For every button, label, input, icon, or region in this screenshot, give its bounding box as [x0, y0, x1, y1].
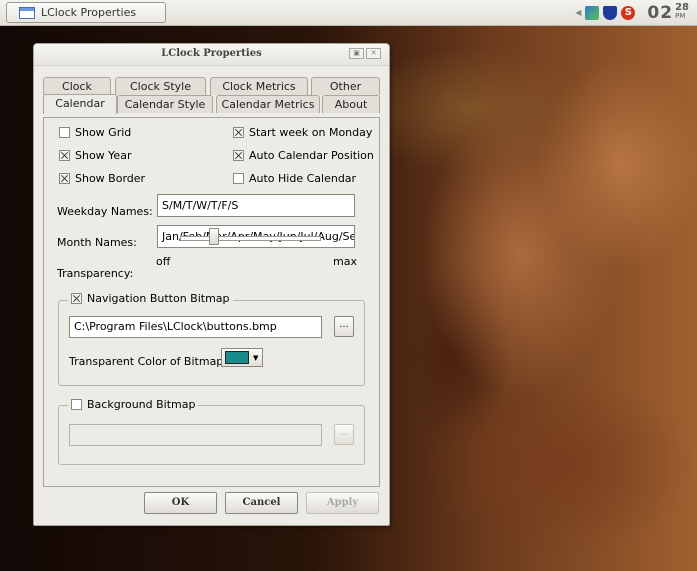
bg-bitmap-check[interactable]	[71, 399, 82, 410]
show-border-checkbox[interactable]: Show Border	[59, 172, 145, 185]
cancel-button[interactable]: Cancel	[225, 492, 298, 514]
dialog-title: LClock Properties	[161, 48, 262, 59]
show-year-label: Show Year	[75, 149, 132, 162]
tab-clock-metrics[interactable]: Clock Metrics	[210, 77, 308, 95]
bg-bitmap-header[interactable]: Background Bitmap	[68, 398, 199, 411]
clock-minutes: 28	[675, 1, 689, 13]
auto-calendar-position-label: Auto Calendar Position	[249, 149, 374, 162]
auto-hide-calendar-label: Auto Hide Calendar	[249, 172, 357, 185]
properties-dialog: LClock Properties ▣ ✕ Clock Clock Style …	[33, 43, 390, 526]
start-week-monday-check[interactable]	[233, 127, 244, 138]
tab-clock-style[interactable]: Clock Style	[115, 77, 206, 95]
tab-calendar[interactable]: Calendar	[43, 94, 117, 114]
transparency-label: Transparency:	[57, 267, 134, 280]
transparency-slider-track[interactable]	[180, 236, 321, 241]
month-names-label: Month Names:	[57, 236, 137, 249]
auto-hide-calendar-checkbox[interactable]: Auto Hide Calendar	[233, 172, 356, 185]
system-tray: ◀ S 02 28 PM	[575, 0, 697, 25]
tray-expand-icon[interactable]: ◀	[575, 8, 581, 17]
shield-icon[interactable]	[603, 5, 618, 20]
nav-bitmap-label: Navigation Button Bitmap	[87, 292, 230, 305]
start-week-monday-checkbox[interactable]: Start week on Monday	[233, 126, 372, 139]
nav-bitmap-check[interactable]	[71, 293, 82, 304]
dropdown-arrow-icon: ▼	[253, 353, 259, 362]
tab-about[interactable]: About	[322, 95, 380, 113]
taskbar-window-button[interactable]: LClock Properties	[6, 2, 166, 23]
bg-bitmap-browse-button[interactable]: ...	[334, 424, 354, 445]
tab-calendar-style[interactable]: Calendar Style	[117, 95, 213, 113]
maximize-button[interactable]: ▣	[349, 48, 364, 59]
auto-calendar-position-checkbox[interactable]: Auto Calendar Position	[233, 149, 374, 162]
tab-other[interactable]: Other	[311, 77, 380, 95]
show-grid-check[interactable]	[59, 127, 70, 138]
clock-hours: 02	[647, 2, 674, 23]
nav-bitmap-group	[58, 300, 365, 386]
bg-bitmap-label: Background Bitmap	[87, 398, 196, 411]
transparent-color-label: Transparent Color of Bitmap:	[69, 355, 227, 368]
color-swatch	[225, 351, 249, 364]
ok-button[interactable]: OK	[144, 492, 217, 514]
bg-bitmap-path-input[interactable]	[69, 424, 322, 446]
transparency-min-label: off	[156, 255, 171, 268]
start-week-monday-label: Start week on Monday	[249, 126, 373, 139]
update-icon[interactable]	[585, 5, 600, 20]
dialog-titlebar[interactable]: LClock Properties ▣ ✕	[34, 44, 389, 66]
taskbar: LClock Properties ◀ S 02 28 PM	[0, 0, 697, 26]
auto-hide-calendar-check[interactable]	[233, 173, 244, 184]
auto-calendar-position-check[interactable]	[233, 150, 244, 161]
show-border-check[interactable]	[59, 173, 70, 184]
nav-bitmap-path-input[interactable]: C:\Program Files\LClock\buttons.bmp	[69, 316, 322, 338]
transparency-slider-thumb[interactable]	[209, 228, 219, 245]
nav-bitmap-header[interactable]: Navigation Button Bitmap	[68, 292, 233, 305]
taskbar-window-title: LClock Properties	[41, 6, 137, 19]
show-grid-label: Show Grid	[75, 126, 132, 139]
weekday-names-label: Weekday Names:	[57, 205, 153, 218]
taskbar-clock[interactable]: 02 28 PM	[647, 1, 689, 23]
apply-button[interactable]: Apply	[306, 492, 379, 514]
transparent-color-picker[interactable]: ▼	[221, 348, 263, 367]
show-year-checkbox[interactable]: Show Year	[59, 149, 131, 162]
show-grid-checkbox[interactable]: Show Grid	[59, 126, 131, 139]
show-border-label: Show Border	[75, 172, 146, 185]
close-button[interactable]: ✕	[366, 48, 381, 59]
window-icon	[19, 6, 35, 19]
show-year-check[interactable]	[59, 150, 70, 161]
tab-clock[interactable]: Clock	[43, 77, 111, 95]
tab-calendar-metrics[interactable]: Calendar Metrics	[216, 95, 320, 113]
transparency-max-label: max	[333, 255, 357, 268]
weekday-names-input[interactable]: S/M/T/W/T/F/S	[157, 194, 355, 217]
antivirus-icon[interactable]: S	[621, 5, 636, 20]
clock-ampm: PM	[675, 11, 686, 20]
nav-bitmap-browse-button[interactable]: ...	[334, 316, 354, 337]
